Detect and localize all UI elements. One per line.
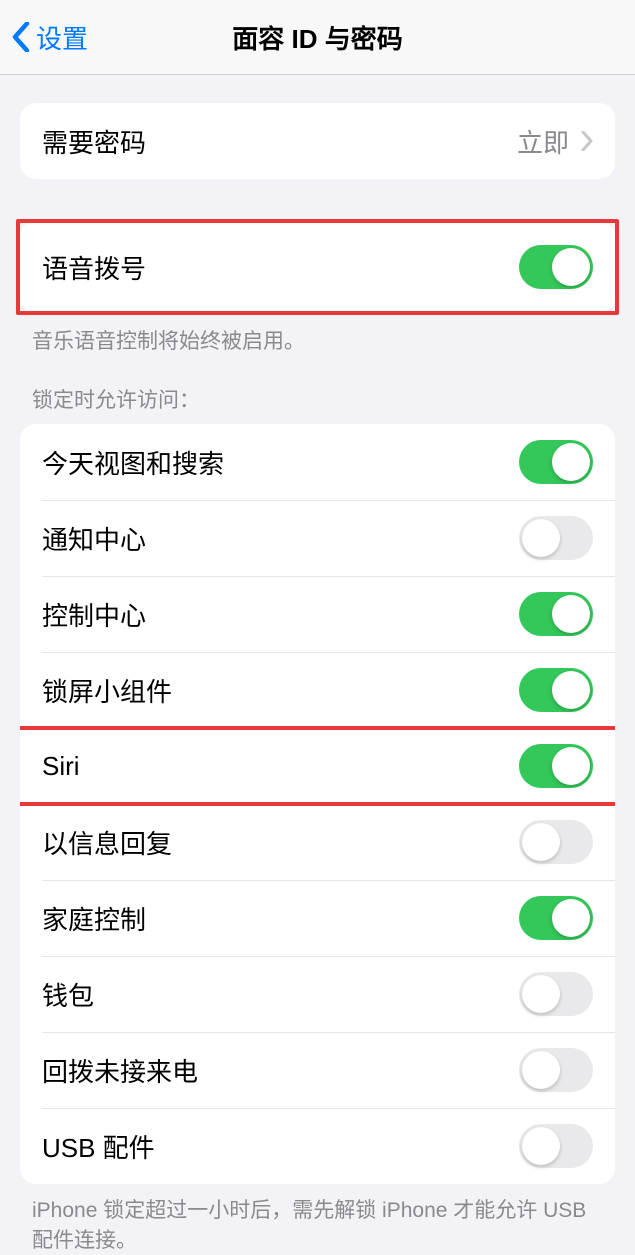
allow-access-toggle[interactable]: [519, 896, 593, 940]
allow-access-row: USB 配件: [20, 1108, 615, 1184]
back-label: 设置: [36, 19, 88, 56]
allow-access-row: 今天视图和搜索: [20, 424, 615, 500]
allow-access-toggle[interactable]: [519, 1124, 593, 1168]
require-passcode-card: 需要密码 立即: [20, 103, 615, 179]
allow-access-label: 家庭控制: [42, 900, 146, 937]
require-passcode-value: 立即: [517, 123, 569, 160]
page-title: 面容 ID 与密码: [232, 19, 402, 56]
voice-dial-card: 语音拨号: [20, 223, 615, 311]
chevron-right-icon: [581, 131, 593, 151]
allow-access-toggle[interactable]: [519, 820, 593, 864]
voice-dial-footer: 音乐语音控制将始终被启用。: [0, 315, 635, 356]
voice-dial-label: 语音拨号: [42, 249, 146, 286]
allow-access-row: 控制中心: [20, 576, 615, 652]
allow-access-header: 锁定时允许访问：: [0, 384, 635, 424]
allow-access-toggle[interactable]: [519, 1048, 593, 1092]
allow-access-toggle[interactable]: [519, 972, 593, 1016]
allow-access-toggle[interactable]: [519, 592, 593, 636]
require-passcode-row[interactable]: 需要密码 立即: [20, 103, 615, 179]
allow-access-label: USB 配件: [42, 1128, 155, 1165]
allow-access-label: 锁屏小组件: [42, 672, 172, 709]
nav-header: 设置 面容 ID 与密码: [0, 0, 635, 75]
allow-access-label: 以信息回复: [42, 824, 172, 861]
allow-access-row: 钱包: [20, 956, 615, 1032]
allow-access-label: 通知中心: [42, 520, 146, 557]
back-button[interactable]: 设置: [0, 19, 88, 56]
allow-access-label: 钱包: [42, 976, 94, 1013]
allow-access-toggle[interactable]: [519, 516, 593, 560]
allow-access-row: Siri: [20, 728, 615, 804]
allow-access-footer: iPhone 锁定超过一小时后，需先解锁 iPhone 才能允许 USB 配件连…: [0, 1184, 635, 1255]
require-passcode-value-wrap: 立即: [517, 123, 593, 160]
allow-access-toggle[interactable]: [519, 440, 593, 484]
allow-access-label: Siri: [42, 751, 80, 782]
allow-access-row: 以信息回复: [20, 804, 615, 880]
voice-dial-toggle[interactable]: [519, 245, 593, 289]
require-passcode-label: 需要密码: [42, 123, 146, 160]
allow-access-label: 今天视图和搜索: [42, 444, 224, 481]
allow-access-toggle[interactable]: [519, 744, 593, 788]
allow-access-row: 家庭控制: [20, 880, 615, 956]
allow-access-row: 通知中心: [20, 500, 615, 576]
chevron-left-icon: [12, 22, 30, 52]
voice-dial-row: 语音拨号: [20, 223, 615, 311]
allow-access-label: 控制中心: [42, 596, 146, 633]
voice-dial-highlight: 语音拨号: [16, 219, 619, 315]
allow-access-toggle[interactable]: [519, 668, 593, 712]
allow-access-label: 回拨未接来电: [42, 1052, 198, 1089]
allow-access-card: 今天视图和搜索通知中心控制中心锁屏小组件 Siri 以信息回复家庭控制钱包回拨未接来…: [20, 424, 615, 1184]
allow-access-row: 锁屏小组件: [20, 652, 615, 728]
allow-access-row: 回拨未接来电: [20, 1032, 615, 1108]
